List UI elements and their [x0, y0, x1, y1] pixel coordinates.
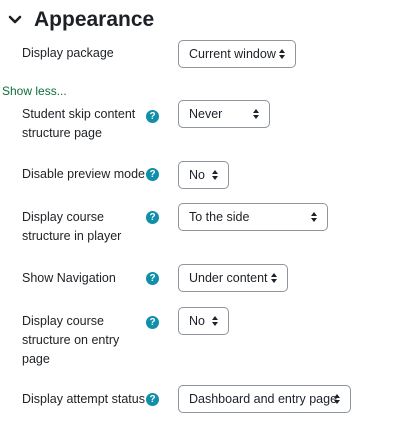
course-structure-player-select[interactable]: To the side	[178, 203, 328, 231]
sort-caret-icon	[279, 49, 285, 59]
help-icon[interactable]: ?	[146, 393, 159, 406]
attempt-status-select[interactable]: Dashboard and entry page	[178, 385, 351, 413]
disable-preview-select[interactable]: No	[178, 161, 229, 189]
label-line: page	[22, 352, 50, 366]
field-label: Disable preview mode	[22, 165, 145, 184]
field-label: Display attempt status	[22, 390, 145, 409]
select-value: Dashboard and entry page	[189, 392, 338, 406]
select-value: Current window	[189, 47, 276, 61]
help-icon[interactable]: ?	[146, 110, 159, 123]
select-value: Never	[189, 107, 223, 121]
help-icon[interactable]: ?	[146, 316, 159, 329]
label-line: Display course	[22, 314, 104, 328]
help-icon[interactable]: ?	[146, 272, 159, 285]
label-line: structure on entry	[22, 333, 120, 347]
help-icon[interactable]: ?	[146, 168, 159, 181]
course-structure-entry-select[interactable]: No	[178, 307, 229, 335]
display-package-select[interactable]: Current window	[178, 40, 296, 68]
label-line: Show Navigation	[22, 271, 116, 285]
sort-caret-icon	[253, 109, 259, 119]
field-label: Display course structure on entry page	[22, 312, 119, 369]
section-title: Appearance	[34, 8, 155, 31]
label-line: Display course	[22, 210, 104, 224]
sort-caret-icon	[212, 170, 218, 180]
skip-content-select[interactable]: Never	[178, 100, 270, 128]
select-value: No	[189, 314, 205, 328]
label-line: Display attempt status	[22, 392, 145, 406]
label-line: structure in player	[22, 229, 122, 243]
help-icon[interactable]: ?	[146, 211, 159, 224]
select-value: No	[189, 168, 205, 182]
field-label: Show Navigation	[22, 269, 116, 288]
sort-caret-icon	[212, 316, 218, 326]
label-line: structure page	[22, 126, 102, 140]
sort-caret-icon	[334, 394, 340, 404]
sort-caret-icon	[311, 212, 317, 222]
label-line: Disable preview mode	[22, 167, 145, 181]
field-label: Display course structure in player	[22, 208, 121, 246]
show-navigation-select[interactable]: Under content	[178, 264, 288, 292]
label-line: Display package	[22, 46, 114, 60]
select-value: Under content	[189, 271, 268, 285]
select-value: To the side	[189, 210, 250, 224]
sort-caret-icon	[271, 273, 277, 283]
section-header[interactable]: Appearance	[8, 6, 154, 34]
show-less-link[interactable]: Show less...	[2, 84, 67, 98]
field-label: Student skip content structure page	[22, 105, 135, 143]
chevron-down-icon	[8, 15, 22, 24]
label-line: Student skip content	[22, 107, 136, 121]
field-label: Display package	[22, 44, 114, 63]
